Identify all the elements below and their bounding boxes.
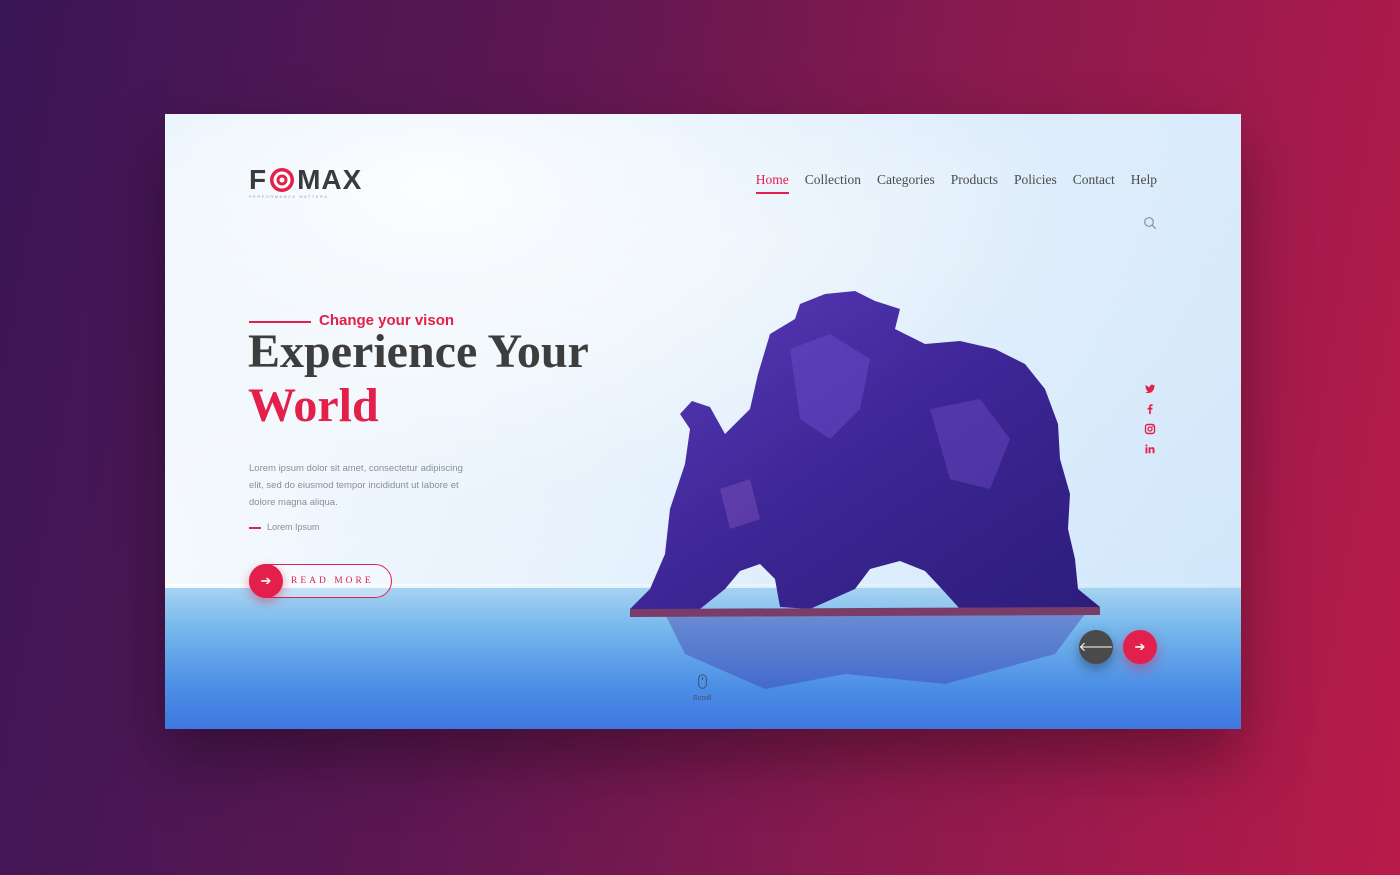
scroll-indicator[interactable]: Scroll xyxy=(685,674,719,702)
rock-reflection xyxy=(665,614,1085,689)
nav-item-help[interactable]: Help xyxy=(1131,172,1157,194)
instagram-icon[interactable] xyxy=(1144,423,1156,435)
previous-slide-button[interactable]: 🡐 xyxy=(1079,630,1113,664)
target-logo-icon xyxy=(270,168,295,192)
read-more-label: READ MORE xyxy=(291,576,374,586)
brand-name-left: F xyxy=(249,164,268,195)
hero-title-line2: World xyxy=(248,379,379,432)
arrow-left-icon: 🡐 xyxy=(1078,639,1114,654)
arrow-right-icon: ➔ xyxy=(249,564,283,598)
brand-name-right: MAX xyxy=(297,164,363,195)
scroll-label: Scroll xyxy=(692,693,712,702)
hero-description: Lorem ipsum dolor sit amet, consectetur … xyxy=(249,463,463,508)
arrow-right-icon: ➔ xyxy=(1134,639,1146,654)
nav-item-categories[interactable]: Categories xyxy=(877,172,935,194)
hero-sub-label: Lorem Ipsum xyxy=(267,522,320,532)
main-nav: Home Collection Categories Products Poli… xyxy=(740,172,1157,194)
next-slide-button[interactable]: ➔ xyxy=(1123,630,1157,664)
search-icon[interactable] xyxy=(1143,216,1157,230)
read-more-button[interactable]: ➔ READ MORE xyxy=(249,564,392,598)
mouse-icon xyxy=(697,674,707,689)
twitter-icon[interactable] xyxy=(1144,383,1156,395)
sea-stack-rock-image xyxy=(630,291,1100,617)
nav-item-policies[interactable]: Policies xyxy=(1014,172,1057,194)
hero-card: F MAX PERFORMANCE MATTERS Home Collectio… xyxy=(165,114,1241,729)
sub-label-divider xyxy=(249,527,261,529)
brand-logo[interactable]: F MAX xyxy=(249,164,362,196)
linkedin-icon[interactable] xyxy=(1144,443,1156,455)
facebook-icon[interactable] xyxy=(1144,403,1156,415)
social-links xyxy=(1144,383,1156,455)
nav-item-contact[interactable]: Contact xyxy=(1073,172,1115,194)
brand-tagline: PERFORMANCE MATTERS xyxy=(249,194,329,199)
hero-title-line1: Experience Your xyxy=(248,325,589,378)
nav-item-home[interactable]: Home xyxy=(755,172,789,194)
nav-item-products[interactable]: Products xyxy=(951,172,998,194)
eyebrow-divider xyxy=(249,321,311,323)
nav-item-collection[interactable]: Collection xyxy=(805,172,861,194)
